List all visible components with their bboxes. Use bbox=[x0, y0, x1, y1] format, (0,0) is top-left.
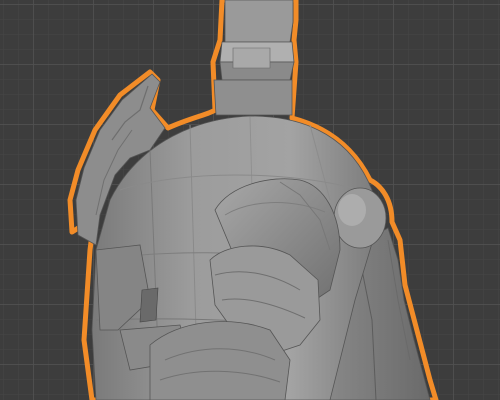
viewport-canvas bbox=[67, 0, 439, 400]
neck-block bbox=[213, 0, 295, 116]
3d-viewport[interactable] bbox=[0, 0, 500, 400]
shoulder-knob bbox=[333, 187, 387, 249]
